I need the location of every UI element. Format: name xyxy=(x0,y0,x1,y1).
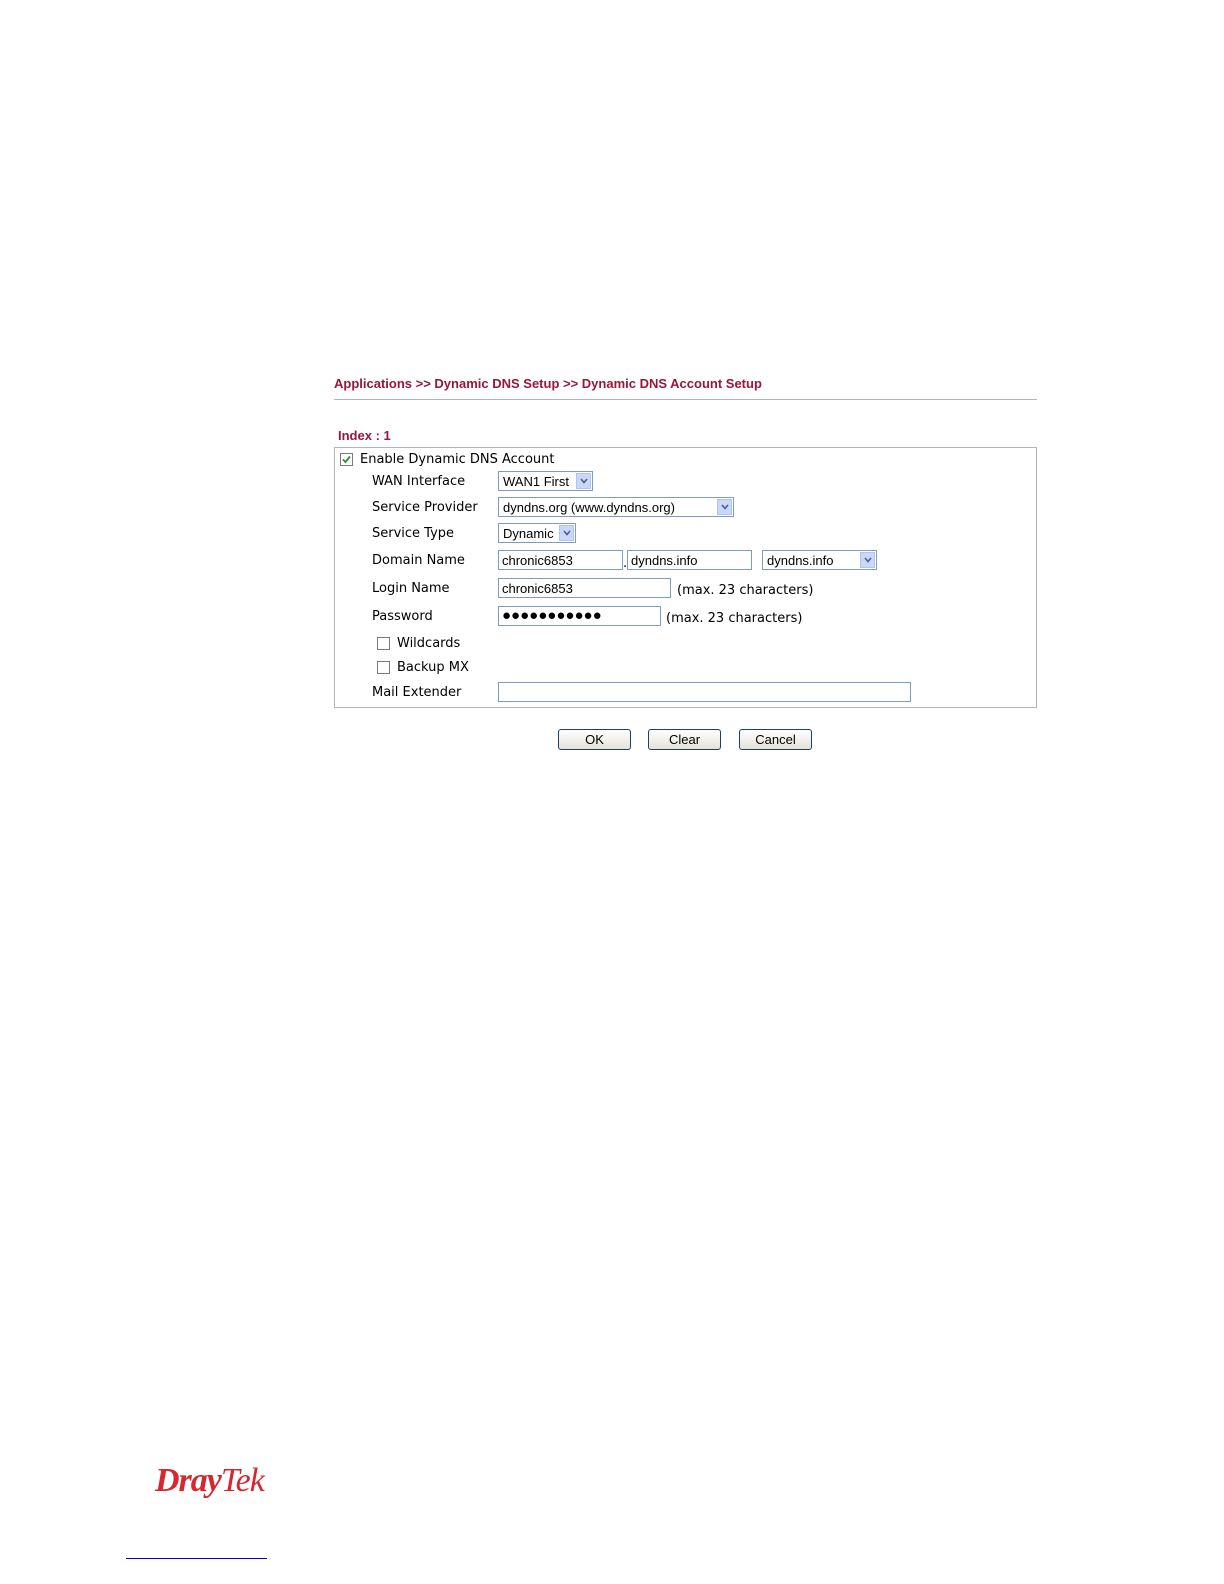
login-name-input[interactable]: chronic6853 xyxy=(498,578,671,598)
title-divider xyxy=(334,399,1037,400)
dropdown-arrow[interactable] xyxy=(559,525,574,541)
dropdown-arrow[interactable] xyxy=(717,499,732,515)
domain-suffix-input[interactable]: dyndns.info xyxy=(627,550,752,570)
chevron-down-icon xyxy=(864,557,872,563)
enable-checkbox[interactable] xyxy=(340,453,353,466)
domain-host-value: chronic6853 xyxy=(502,553,573,568)
dropdown-arrow[interactable] xyxy=(576,473,591,489)
service-type-select[interactable]: Dynamic xyxy=(498,523,576,543)
backup-mx-label: Backup MX xyxy=(397,660,469,675)
password-input[interactable]: ●●●●●●●●●●● xyxy=(498,606,661,626)
breadcrumb: Applications >> Dynamic DNS Setup >> Dyn… xyxy=(334,376,762,391)
logo-part-dray: Dray xyxy=(155,1462,222,1499)
wan-interface-select[interactable]: WAN1 First xyxy=(498,471,593,491)
clear-button[interactable]: Clear xyxy=(648,729,721,750)
service-provider-select[interactable]: dyndns.org (www.dyndns.org) xyxy=(498,497,734,517)
domain-host-input[interactable]: chronic6853 xyxy=(498,550,623,570)
password-label: Password xyxy=(372,609,433,624)
chevron-down-icon xyxy=(580,478,588,484)
domain-select[interactable]: dyndns.info xyxy=(762,550,877,570)
enable-label: Enable Dynamic DNS Account xyxy=(360,452,555,467)
logo-part-tek: Tek xyxy=(220,1462,265,1499)
wan-interface-value: WAN1 First xyxy=(503,474,569,489)
domain-select-value: dyndns.info xyxy=(767,553,834,568)
password-note: (max. 23 characters) xyxy=(666,611,803,626)
mail-extender-input[interactable] xyxy=(498,682,911,702)
checkbox-checked-icon xyxy=(342,455,351,464)
service-provider-value: dyndns.org (www.dyndns.org) xyxy=(503,500,675,515)
password-mask: ●●●●●●●●●●● xyxy=(502,607,602,624)
login-name-note: (max. 23 characters) xyxy=(677,583,814,598)
ok-button[interactable]: OK xyxy=(558,729,631,750)
wildcards-label: Wildcards xyxy=(397,636,461,651)
footer-link-underline xyxy=(126,1558,267,1559)
login-name-label: Login Name xyxy=(372,581,450,596)
draytek-logo: DrayTek xyxy=(155,1462,265,1500)
domain-name-label: Domain Name xyxy=(372,553,465,568)
chevron-down-icon xyxy=(563,530,571,536)
service-type-value: Dynamic xyxy=(503,526,554,541)
backup-mx-checkbox[interactable] xyxy=(377,661,390,674)
service-type-label: Service Type xyxy=(372,526,455,541)
cancel-button[interactable]: Cancel xyxy=(739,729,812,750)
service-provider-label: Service Provider xyxy=(372,500,478,515)
index-label: Index : 1 xyxy=(338,428,391,443)
dropdown-arrow[interactable] xyxy=(860,552,875,568)
login-name-value: chronic6853 xyxy=(502,581,573,596)
wildcards-checkbox[interactable] xyxy=(377,637,390,650)
domain-suffix-value: dyndns.info xyxy=(631,553,698,568)
wan-interface-label: WAN Interface xyxy=(372,474,466,489)
chevron-down-icon xyxy=(721,504,729,510)
mail-extender-label: Mail Extender xyxy=(372,685,462,700)
